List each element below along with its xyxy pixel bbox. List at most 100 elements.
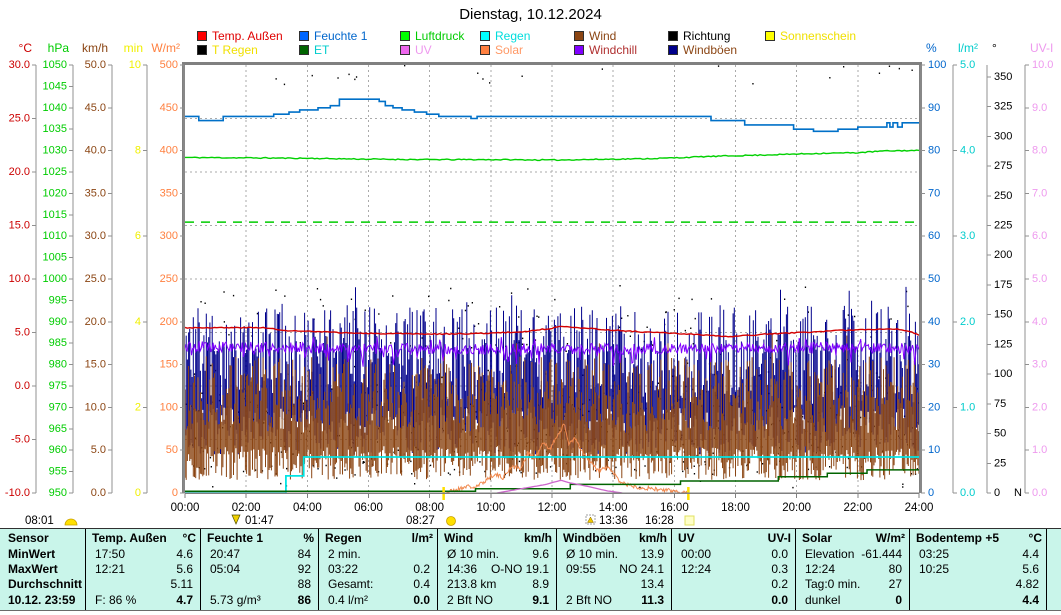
tick-label: 60 — [928, 230, 940, 242]
table-row-label: Durchschnitt — [8, 577, 84, 591]
tick-label: 990 — [49, 316, 67, 328]
table-col-unit: °C — [92, 531, 196, 545]
table-cell-value: 84 — [210, 547, 311, 561]
table-cell-value: 27 — [805, 577, 902, 591]
table-cell-value: NO 24.1 — [566, 562, 664, 576]
tick-label: 985 — [49, 337, 67, 349]
tick-label: 30.0 — [9, 59, 30, 71]
tick-label: 1015 — [43, 209, 67, 221]
tick-label: 15.0 — [9, 220, 30, 232]
table-cell-value: 4.4 — [919, 547, 1039, 561]
table-cell-value: 4.6 — [95, 547, 193, 561]
table-cell-value: 0.4 — [328, 577, 430, 591]
x-tick-label: 20:00 — [782, 502, 811, 514]
tick-label: 4.0 — [1032, 316, 1047, 328]
table-col-unit: W/m² — [802, 531, 905, 545]
tick-label: 10 — [129, 59, 141, 71]
marker-moonrise-label: 13:36 — [599, 515, 628, 527]
tick-label: 300 — [160, 230, 178, 242]
tick-label: 250 — [160, 273, 178, 285]
table-cell-value: 9.6 — [447, 547, 549, 561]
marker-moonrise-icon — [588, 517, 594, 523]
tick-label: 6.0 — [1032, 230, 1047, 242]
weather-chart: -10.0-5.00.05.010.015.020.025.030.0°C950… — [0, 0, 1061, 528]
tick-label: -5.0 — [11, 434, 30, 446]
tick-label: 8 — [135, 145, 141, 157]
table-separator — [437, 529, 438, 610]
tick-label: 150 — [160, 359, 178, 371]
tick-label: 0.0 — [15, 380, 30, 392]
tick-label: 350 — [994, 71, 1012, 83]
table-cell-value: -61.444 — [805, 547, 902, 561]
x-tick-label: 16:00 — [660, 502, 689, 514]
x-tick-label: 12:00 — [538, 502, 567, 514]
tick-label: 7.0 — [1032, 187, 1047, 199]
table-cell-value: 0.2 — [328, 562, 430, 576]
tick-label: 965 — [49, 423, 67, 435]
series-uv — [497, 480, 622, 493]
marker-sunrise-icon — [447, 517, 456, 526]
table-cell-value: 4.7 — [95, 593, 193, 607]
tick-label: 10.0 — [85, 401, 106, 413]
x-tick-label: 18:00 — [721, 502, 750, 514]
tick-label: 500 — [160, 59, 178, 71]
tick-label: 995 — [49, 294, 67, 306]
axis-unit-label: hPa — [48, 41, 70, 55]
axis-unit-label: °C — [19, 41, 33, 55]
axis-unit-label: ° — [992, 41, 997, 55]
tick-label: 75 — [994, 398, 1006, 410]
x-tick-label: 00:00 — [171, 502, 200, 514]
axis-unit-label: UV-I — [1030, 41, 1053, 55]
table-col-unit: l/m² — [325, 531, 433, 545]
table-separator — [671, 529, 672, 610]
table-cell-value: 11.3 — [566, 593, 664, 607]
tick-label: 25.0 — [85, 273, 106, 285]
tick-label: 970 — [49, 401, 67, 413]
tick-label: 10.0 — [1032, 59, 1053, 71]
table-cell-value: 8.9 — [447, 577, 549, 591]
axis-unit-label: km/h — [82, 41, 108, 55]
x-tick-label: 06:00 — [354, 502, 383, 514]
tick-label: 200 — [994, 249, 1012, 261]
tick-label: 50 — [928, 273, 940, 285]
weather-app-window: Dienstag, 10.12.2024 Temp. AußenFeuchte … — [0, 0, 1061, 615]
tick-label: 1035 — [43, 123, 67, 135]
table-separator — [909, 529, 910, 610]
table-cell-info: 2 min. — [328, 547, 430, 561]
tick-label: 10 — [928, 444, 940, 456]
tick-label: 0 — [928, 487, 934, 499]
tick-label: 2.0 — [1032, 401, 1047, 413]
x-tick-label: 24:00 — [905, 502, 934, 514]
tick-label: 45.0 — [85, 102, 106, 114]
marker-sunset-label: 16:28 — [645, 515, 674, 527]
table-cell-value: 5.6 — [919, 562, 1039, 576]
table-cell-value: 88 — [210, 577, 311, 591]
tick-label: 4.0 — [960, 145, 975, 157]
marker-0801-icon — [65, 519, 77, 525]
tick-label: 1020 — [43, 187, 67, 199]
tick-label: 100 — [928, 59, 946, 71]
table-cell-value: 86 — [210, 593, 311, 607]
table-cell-value: 4.82 — [919, 577, 1039, 591]
tick-label: 15.0 — [85, 359, 106, 371]
tick-label: 1010 — [43, 230, 67, 242]
table-row-label: MinWert — [8, 547, 84, 561]
tick-label: 2 — [135, 401, 141, 413]
tick-label: 80 — [928, 145, 940, 157]
tick-label: 200 — [160, 316, 178, 328]
tick-label: 3.0 — [960, 230, 975, 242]
tick-label: 175 — [994, 279, 1012, 291]
tick-label: 275 — [994, 160, 1012, 172]
tick-label: 2.0 — [960, 316, 975, 328]
tick-label: 40.0 — [85, 145, 106, 157]
tick-label: 70 — [928, 187, 940, 199]
tick-label: 30 — [928, 359, 940, 371]
tick-label: 960 — [49, 444, 67, 456]
table-cell-value: 80 — [805, 562, 902, 576]
tick-label: 100 — [994, 368, 1012, 380]
table-cell-value: 0.3 — [681, 562, 788, 576]
table-cell-value: 0.0 — [328, 593, 430, 607]
tick-label: 9.0 — [1032, 102, 1047, 114]
tick-label: 1.0 — [960, 401, 975, 413]
table-col-unit: km/h — [563, 531, 667, 545]
